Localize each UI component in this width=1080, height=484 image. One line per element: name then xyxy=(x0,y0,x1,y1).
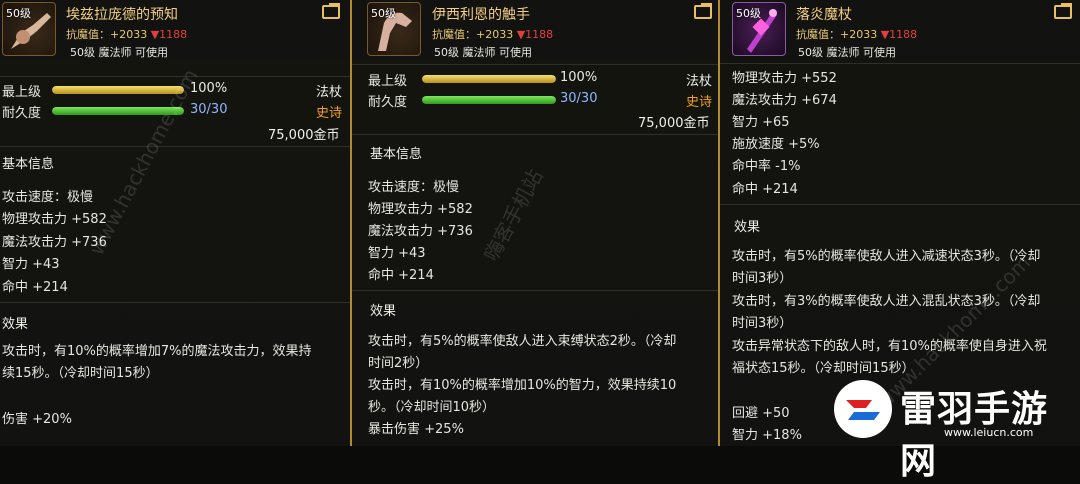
requirement-text: 50级 魔法师 可使用 xyxy=(434,46,532,59)
stat-line: 攻击速度：极慢 xyxy=(2,190,94,205)
share-icon[interactable] xyxy=(1054,5,1072,19)
durability-label: 耐久度 xyxy=(368,95,408,110)
effect-line: 攻击异常状态下的敌人时，有10%的概率使自身进入祝 xyxy=(732,339,1047,354)
stat-line: 智力 +43 xyxy=(2,257,60,272)
item-level: 50级 xyxy=(371,7,396,20)
requirement-text: 50级 魔法师 可使用 xyxy=(70,46,168,59)
watermark-text: www.hackhome.com xyxy=(84,65,203,259)
item-name: 落炎魔杖 xyxy=(796,7,852,23)
effect-line: 攻击时，有10%的概率增加7%的魔法攻击力，效果持 xyxy=(2,344,312,359)
item-name: 埃兹拉庞德的预知 xyxy=(66,7,178,23)
rarity-label: 史诗 xyxy=(686,95,713,110)
effect-line: 续15秒。（冷却时间15秒） xyxy=(2,366,159,381)
item-header: 50级 埃兹拉庞德的预知 抗魔值：+2033 ▼1188 50级 魔法师 可使用 xyxy=(0,0,350,60)
stat-line: 攻击速度：极慢 xyxy=(368,180,460,195)
grade-bar xyxy=(52,86,184,94)
effect-line: 智力 +18% xyxy=(732,428,802,443)
share-icon[interactable] xyxy=(694,5,712,19)
staff-item-icon[interactable]: 50级 xyxy=(732,2,786,56)
staff-item-icon[interactable]: 50级 xyxy=(2,2,56,56)
price-text: 75,000金币 xyxy=(268,128,340,143)
weapon-type: 法杖 xyxy=(316,85,343,100)
requirement-text: 50级 魔法师 可使用 xyxy=(798,46,896,59)
stat-line: 施放速度 +5% xyxy=(732,137,820,152)
staff-item-icon[interactable]: 50级 xyxy=(367,2,421,56)
section-effect: 效果 xyxy=(734,220,761,235)
effect-line: 攻击时，有5%的概率使敌人进入束缚状态2秒。（冷却 xyxy=(368,334,677,349)
grade-label: 最上级 xyxy=(368,74,408,89)
effect-line: 时间3秒） xyxy=(732,316,793,331)
stat-line: 智力 +65 xyxy=(732,115,790,130)
section-basic-info: 基本信息 xyxy=(370,147,423,162)
item-comparison-screen: 50级 埃兹拉庞德的预知 抗魔值：+2033 ▼1188 50级 魔法师 可使用… xyxy=(0,0,1080,482)
item-level: 50级 xyxy=(6,7,31,20)
stat-line: 物理攻击力 +582 xyxy=(368,202,473,217)
grade-bar xyxy=(422,75,556,83)
stat-line: 魔法攻击力 +674 xyxy=(732,93,837,108)
share-icon[interactable] xyxy=(322,5,340,19)
grade-label: 最上级 xyxy=(2,85,42,100)
durability-value: 30/30 xyxy=(560,91,598,106)
resist-value: 抗魔值：+2033 ▼1188 xyxy=(432,28,554,41)
section-basic-info: 基本信息 xyxy=(2,157,55,172)
stat-line: 命中 +214 xyxy=(368,268,434,283)
resist-value: 抗魔值：+2033 ▼1188 xyxy=(66,28,188,41)
stat-line: 物理攻击力 +582 xyxy=(2,212,107,227)
effect-line: 伤害 +20% xyxy=(2,412,72,427)
effect-line: 秒。（冷却时间10秒） xyxy=(368,400,496,415)
effect-line: 时间3秒） xyxy=(732,271,793,286)
section-effect: 效果 xyxy=(370,304,397,319)
item-header: 50级 落炎魔杖 抗魔值：+2033 ▼1188 50级 魔法师 可使用 xyxy=(720,0,1080,60)
resist-value: 抗魔值：+2033 ▼1188 xyxy=(796,28,918,41)
price-text: 75,000金币 xyxy=(638,116,710,131)
grade-percent: 100% xyxy=(560,70,598,85)
stat-line: 智力 +43 xyxy=(368,246,426,261)
item-tooltip-panel-1: 50级 埃兹拉庞德的预知 抗魔值：+2033 ▼1188 50级 魔法师 可使用… xyxy=(0,0,350,446)
watermark-text: 嗨客手机站 xyxy=(479,165,548,265)
stat-line: 物理攻击力 +552 xyxy=(732,71,837,86)
weapon-type: 法杖 xyxy=(686,74,713,89)
brand-logo-icon xyxy=(834,380,892,438)
effect-line: 攻击时，有10%的概率增加10%的智力，效果持续10 xyxy=(368,378,677,393)
effect-line: 攻击时，有5%的概率使敌人进入减速状态3秒。（冷却 xyxy=(732,249,1041,264)
section-effect: 效果 xyxy=(2,317,29,332)
stat-line: 命中 +214 xyxy=(732,182,798,197)
effect-line: 暴击伤害 +25% xyxy=(368,422,464,437)
rarity-label: 史诗 xyxy=(316,106,343,121)
stat-line: 魔法攻击力 +736 xyxy=(368,224,473,239)
durability-label: 耐久度 xyxy=(2,106,42,121)
effect-line: 时间2秒） xyxy=(368,356,429,371)
brand-url: www.leiucn.com xyxy=(944,426,1034,439)
item-tooltip-panel-2: 50级 伊西利恩的触手 抗魔值：+2033 ▼1188 50级 魔法师 可使用 … xyxy=(352,0,718,446)
durability-value: 30/30 xyxy=(190,102,228,117)
item-name: 伊西利恩的触手 xyxy=(432,7,530,23)
durability-bar xyxy=(422,96,556,104)
item-header: 50级 伊西利恩的触手 抗魔值：+2033 ▼1188 50级 魔法师 可使用 xyxy=(352,0,718,60)
item-level: 50级 xyxy=(736,7,761,20)
stat-line: 命中 +214 xyxy=(2,280,68,295)
brand-watermark: 雷羽手游网 www.leiucn.com xyxy=(828,376,1080,482)
stat-line: 命中率 -1% xyxy=(732,159,801,174)
effect-line: 回避 +50 xyxy=(732,406,790,421)
